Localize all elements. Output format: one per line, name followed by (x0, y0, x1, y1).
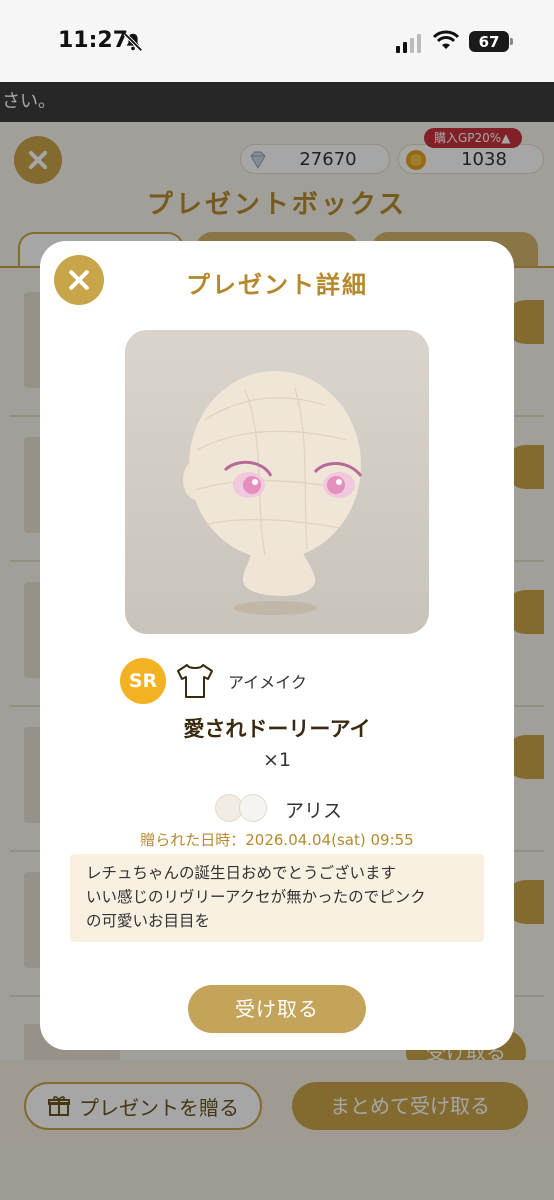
rarity-badge: SR (120, 658, 166, 704)
item-category: アイメイク (228, 673, 307, 692)
item-name: 愛されドーリーアイ (183, 717, 371, 741)
item-meta: SR アイメイク (120, 657, 307, 705)
doll-head-illustration (183, 371, 363, 615)
item-preview-image (125, 330, 429, 634)
item-quantity: ×1 (262, 749, 291, 771)
shirt-icon (177, 664, 213, 698)
dialog-title: プレゼント詳細 (186, 271, 368, 299)
present-detail-dialog: プレゼント詳細 SR アイメイク 愛されドーリーアイ ×1 アリス 贈られた日時… (40, 241, 514, 1050)
wifi-icon (433, 30, 459, 49)
gift-message: レチュちゃんの誕生日おめでとうございます いい感じのリヴリーアクセが無かったので… (70, 854, 484, 942)
status-time: 11:27 (58, 28, 129, 53)
sender: アリス (215, 794, 342, 824)
bell-off-icon (123, 32, 143, 52)
receive-button[interactable]: 受け取る (188, 985, 366, 1033)
avatar (239, 794, 267, 822)
sender-name: アリス (285, 799, 343, 822)
sender-avatars (215, 794, 271, 824)
cellular-signal-icon (396, 34, 421, 53)
status-bar: 11:27 67 (0, 0, 554, 82)
battery-indicator: 67 (469, 31, 513, 52)
sent-date: 贈られた日時：2026.04.04(sat) 09:55 (140, 831, 414, 849)
